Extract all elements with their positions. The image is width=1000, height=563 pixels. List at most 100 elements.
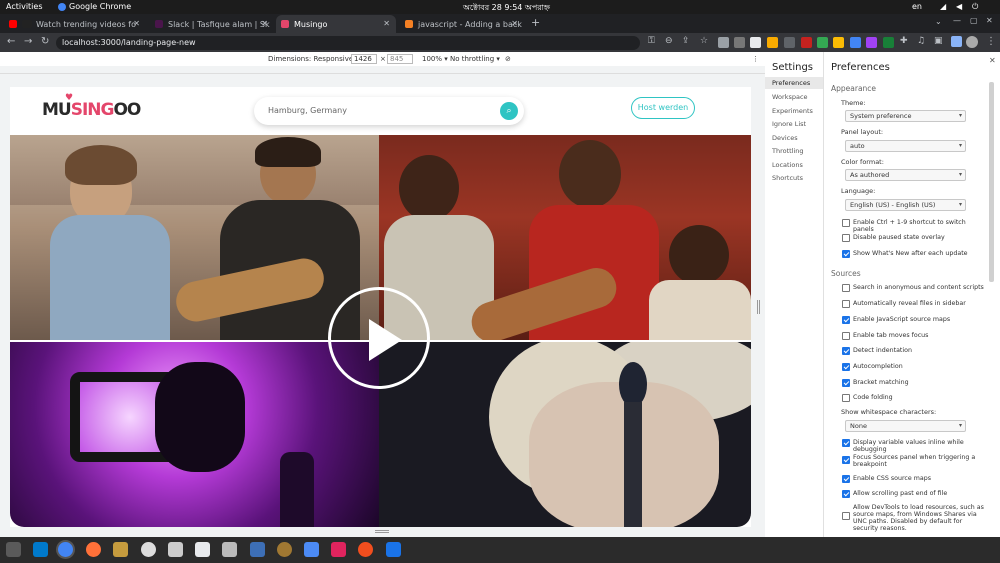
rhythmbox-icon[interactable] (277, 542, 292, 557)
document-icon[interactable] (195, 542, 210, 557)
close-icon[interactable]: ✕ (133, 19, 140, 28)
checkbox-tab-focus[interactable] (842, 332, 850, 340)
location-search[interactable]: Hamburg, Germany ⌕ (254, 97, 524, 125)
tab-musingo[interactable]: Musingo ✕ (276, 15, 396, 33)
more-options-icon[interactable]: ⋮ (752, 55, 759, 63)
throttling-dropdown[interactable]: No throttling ▾ (450, 55, 500, 63)
zoom-dropdown[interactable]: 100% ▾ (422, 55, 448, 63)
theme-select[interactable]: System preference ▾ (845, 110, 966, 122)
extension-icon[interactable] (767, 37, 778, 48)
menu-dots-icon[interactable]: ⋮ (986, 36, 996, 47)
extension-icon[interactable] (866, 37, 877, 48)
extension-icon[interactable] (718, 37, 729, 48)
width-input[interactable]: 1426 (351, 54, 377, 64)
media-query-ruler[interactable] (0, 66, 765, 74)
close-icon[interactable]: ✕ (989, 56, 996, 65)
nav-experiments[interactable]: Experiments (765, 105, 823, 117)
play-button[interactable] (328, 287, 430, 389)
checkbox-paused-overlay[interactable] (842, 234, 850, 242)
postman-icon[interactable] (358, 542, 373, 557)
scrollbar[interactable] (989, 82, 994, 282)
checkbox-js-source-maps[interactable] (842, 316, 850, 324)
reload-button[interactable]: ↻ (41, 36, 49, 47)
key-icon[interactable]: ⚿ (648, 36, 655, 46)
power-icon[interactable]: ⏻ (972, 2, 978, 12)
bookmark-star-icon[interactable]: ☆ (700, 36, 708, 46)
extension-icon[interactable] (850, 37, 861, 48)
nav-shortcuts[interactable]: Shortcuts (765, 172, 823, 184)
app-menu[interactable]: Google Chrome (69, 2, 131, 11)
extension-icon[interactable] (734, 37, 745, 48)
nav-throttling[interactable]: Throttling (765, 145, 823, 157)
vscode-icon[interactable] (33, 542, 48, 557)
terminal-icon[interactable] (250, 542, 265, 557)
firefox-icon[interactable] (86, 542, 101, 557)
extension-icon[interactable] (784, 37, 795, 48)
activities-button[interactable]: Activities (6, 2, 43, 11)
whitespace-select[interactable]: None ▾ (845, 420, 966, 432)
checkbox-unc-paths[interactable] (842, 512, 850, 520)
back-button[interactable]: ← (7, 36, 15, 47)
volume-icon[interactable]: ◀ (956, 2, 962, 11)
files-icon[interactable] (6, 542, 21, 557)
puzzle-icon[interactable]: ✚ (900, 36, 908, 46)
zoom-icon[interactable]: ⊖ (665, 36, 673, 46)
extension-icon[interactable] (833, 37, 844, 48)
inkscape-icon[interactable] (141, 542, 156, 557)
dimensions-dropdown[interactable]: Dimensions: Responsive ▾ (268, 55, 359, 63)
tab-youtube[interactable]: Watch trending videos fo ✕ (4, 15, 146, 33)
close-icon[interactable]: ✕ (511, 19, 518, 28)
logo[interactable]: MUSINGOO (42, 100, 141, 120)
checkbox-whats-new[interactable] (842, 250, 850, 258)
screenshot-icon[interactable] (168, 542, 183, 557)
checkbox-autocompletion[interactable] (842, 363, 850, 371)
nav-devices[interactable]: Devices (765, 132, 823, 144)
search-input[interactable]: Hamburg, Germany (268, 106, 347, 115)
image-viewer-icon[interactable] (222, 542, 237, 557)
avatar[interactable] (966, 36, 978, 48)
new-tab-button[interactable]: + (531, 16, 540, 29)
tab-stackoverflow[interactable]: javascript - Adding a back ✕ (400, 15, 524, 33)
checkbox-detect-indentation[interactable] (842, 347, 850, 355)
close-icon[interactable]: ✕ (261, 19, 268, 28)
close-window-button[interactable]: ✕ (986, 16, 993, 25)
close-icon[interactable]: ✕ (383, 19, 390, 28)
extension-icon[interactable] (883, 37, 894, 48)
save-icon[interactable] (951, 36, 962, 47)
viewport-bottom-handle[interactable] (375, 530, 389, 533)
media-icon[interactable]: ♫ (917, 36, 925, 46)
checkbox-code-folding[interactable] (842, 394, 850, 402)
nav-preferences[interactable]: Preferences (765, 77, 823, 89)
height-input[interactable]: 845 (387, 54, 413, 64)
checkbox-bracket-matching[interactable] (842, 379, 850, 387)
extension-icon[interactable] (750, 37, 761, 48)
panel-layout-select[interactable]: auto ▾ (845, 140, 966, 152)
side-panel-icon[interactable]: ▣ (934, 36, 943, 46)
rotate-icon[interactable]: ⊘ (505, 55, 511, 63)
color-format-select[interactable]: As authored ▾ (845, 169, 966, 181)
nav-locations[interactable]: Locations (765, 159, 823, 171)
extension-icon[interactable] (817, 37, 828, 48)
maximize-button[interactable]: ▢ (970, 16, 978, 25)
address-bar[interactable]: localhost:3000/landing-page-new (56, 36, 640, 50)
minimize-button[interactable]: — (953, 16, 961, 25)
language-indicator[interactable]: en (912, 2, 922, 11)
share-icon[interactable]: ⇪ (682, 36, 690, 46)
extension-icon[interactable] (801, 37, 812, 48)
nav-workspace[interactable]: Workspace (765, 91, 823, 103)
google-app-icon[interactable] (386, 542, 401, 557)
viewport-resize-handle[interactable] (757, 300, 760, 314)
app-icon[interactable] (331, 542, 346, 557)
language-select[interactable]: English (US) - English (US) ▾ (845, 199, 966, 211)
archive-icon[interactable] (113, 542, 128, 557)
chrome-icon[interactable] (58, 542, 73, 557)
checkbox-reveal-files[interactable] (842, 300, 850, 308)
hero-video[interactable] (10, 135, 751, 527)
nav-ignore-list[interactable]: Ignore List (765, 118, 823, 130)
chevron-down-icon[interactable]: ⌄ (935, 17, 942, 26)
checkbox-focus-sources[interactable] (842, 456, 850, 464)
network-icon[interactable]: ◢ (940, 2, 946, 11)
forward-button[interactable]: → (24, 36, 32, 47)
host-button[interactable]: Host werden (631, 97, 695, 119)
tab-slack[interactable]: Slack | Tasfique alam | Sk ✕ (150, 15, 274, 33)
